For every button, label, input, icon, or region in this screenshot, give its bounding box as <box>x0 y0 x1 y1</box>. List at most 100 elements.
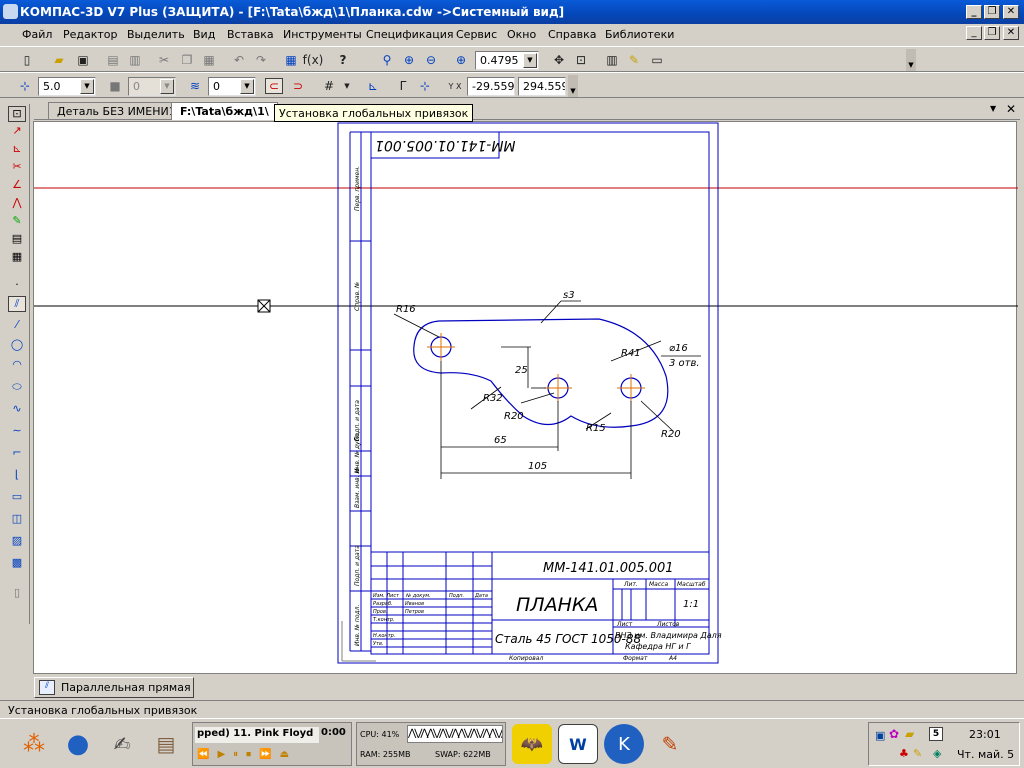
tray-icon-user[interactable]: ♣ <box>899 747 909 760</box>
copy-icon[interactable]: ❐ <box>178 52 196 68</box>
doc-restore-button[interactable]: ❐ <box>984 26 1000 40</box>
layer-state-icon[interactable]: ■ <box>106 78 124 94</box>
chamfer-tool-icon[interactable]: ⌊ <box>8 468 26 484</box>
dimensions-tool-icon[interactable]: ↗ <box>8 124 26 140</box>
zoom-out-icon[interactable]: ⊖ <box>422 52 440 68</box>
help-pointer-icon[interactable]: ? <box>334 52 352 68</box>
tray-icon-network[interactable]: ◈ <box>933 747 941 760</box>
menu-view[interactable]: Вид <box>193 28 215 41</box>
layer-field[interactable]: 0 ▼ <box>208 77 256 96</box>
layers-icon[interactable]: ≋ <box>186 78 204 94</box>
zoom-in-icon[interactable]: ⊕ <box>400 52 418 68</box>
local-snap-icon[interactable]: ⊃ <box>289 78 307 94</box>
close-button[interactable]: ✕ <box>1003 5 1019 19</box>
menu-libraries[interactable]: Библиотеки <box>605 28 674 41</box>
equidistant-tool-icon[interactable]: ▩ <box>8 556 26 572</box>
grid-icon[interactable]: # <box>320 78 338 94</box>
cut-icon[interactable]: ✂ <box>155 52 173 68</box>
command-parallel-line-button[interactable]: ⫽ Параллельная прямая <box>34 677 194 698</box>
menu-help[interactable]: Справка <box>548 28 596 41</box>
polyline-tool-icon[interactable]: ⌐ <box>8 446 26 462</box>
menu-window[interactable]: Окно <box>507 28 536 41</box>
tabs-close-icon[interactable]: ✕ <box>1006 102 1016 116</box>
parametric-tool-icon[interactable]: ⋀ <box>8 196 26 212</box>
redo-icon[interactable]: ↷ <box>252 52 270 68</box>
grid-dropdown-chevron[interactable]: ▼ <box>338 78 356 94</box>
menu-insert[interactable]: Вставка <box>227 28 274 41</box>
rectangle-tool-icon[interactable]: ▭ <box>8 490 26 506</box>
tab-drawing[interactable]: F:\Tata\бжд\1\ <box>171 102 278 120</box>
view-manager-icon[interactable]: ▭ <box>648 52 666 68</box>
zoom-scale-icon[interactable]: ⊕ <box>452 52 470 68</box>
menu-service[interactable]: Сервис <box>456 28 497 41</box>
layer-manager-icon[interactable]: ▥ <box>603 52 621 68</box>
minimize-button[interactable]: _ <box>966 5 982 19</box>
ortho-icon[interactable]: ⊾ <box>364 78 382 94</box>
toolbar-overflow-chevron[interactable]: ▼ <box>906 49 916 71</box>
doc-close-button[interactable]: ✕ <box>1003 26 1019 40</box>
pan-icon[interactable]: ✥ <box>550 52 568 68</box>
start-menu-icon[interactable]: ⁂ <box>14 724 54 764</box>
step-field[interactable]: 5.0 ▼ <box>38 77 96 96</box>
contour-tool-icon[interactable]: ◫ <box>8 512 26 528</box>
restore-button[interactable]: ❐ <box>984 5 1000 19</box>
point-tool-icon[interactable]: · <box>8 278 26 294</box>
tray-icon-folder[interactable]: ▰ <box>905 727 914 741</box>
zoom-field[interactable]: 0.4795 ▼ <box>475 51 539 70</box>
menu-tools[interactable]: Инструменты <box>283 28 362 41</box>
manager-icon[interactable]: ▦ <box>282 52 300 68</box>
edit-tool-icon[interactable]: ✂ <box>8 160 26 176</box>
select-tool-icon[interactable]: ⊡ <box>8 106 26 122</box>
format-tool-icon[interactable]: ▦ <box>8 250 26 266</box>
drawing-canvas[interactable]: R16 s3 ⌀16 3 отв. R41 R32 R20 R15 R20 25… <box>33 121 1018 674</box>
snap-step-icon[interactable]: ⊹ <box>16 78 34 94</box>
global-snap-icon[interactable]: ⊂ <box>265 78 283 94</box>
menu-select[interactable]: Выделить <box>127 28 185 41</box>
ellipse-tool-icon[interactable]: ⬭ <box>8 380 26 396</box>
library-tool-icon[interactable]: ▯ <box>8 586 26 602</box>
round-icon[interactable]: Γ <box>394 78 412 94</box>
chevron-down-icon[interactable]: ▼ <box>80 79 94 94</box>
globe-icon[interactable]: ● <box>58 724 98 764</box>
zoom-icon[interactable]: ⚲ <box>378 52 396 68</box>
writing-icon[interactable]: ✍ <box>102 724 142 764</box>
circle-tool-icon[interactable]: ◯ <box>8 338 26 354</box>
menu-editor[interactable]: Редактор <box>63 28 118 41</box>
properties-icon[interactable]: ✎ <box>625 52 643 68</box>
tray-icon-pencil[interactable]: ✎ <box>913 747 922 760</box>
undo-icon[interactable]: ↶ <box>230 52 248 68</box>
save-icon[interactable]: ▣ <box>74 52 92 68</box>
segment-tool-icon[interactable]: ⁄ <box>8 318 26 334</box>
report-tool-icon[interactable]: ▤ <box>8 232 26 248</box>
new-file-icon[interactable]: ▯ <box>18 52 36 68</box>
coords-icon[interactable]: ⊹ <box>416 78 434 94</box>
layer-state-field[interactable]: 0 ▼ <box>128 77 176 96</box>
menu-spec[interactable]: Спецификация <box>366 28 453 41</box>
spline-tool-icon[interactable]: ∿ <box>8 402 26 418</box>
hatch-tool-icon[interactable]: ▨ <box>8 534 26 550</box>
toolbar-overflow-chevron[interactable]: ▼ <box>568 75 578 97</box>
spec-tool-icon[interactable]: ✎ <box>8 214 26 230</box>
chevron-down-icon[interactable]: ▼ <box>160 79 174 94</box>
word-icon[interactable]: W <box>558 724 598 764</box>
chevron-down-icon[interactable]: ▼ <box>523 53 537 68</box>
print-preview-icon[interactable]: ▥ <box>126 52 144 68</box>
tray-icon-flower[interactable]: ✿ <box>889 727 899 741</box>
geometry-tool-icon[interactable]: ⊾ <box>8 142 26 158</box>
parallel-line-tool-icon[interactable]: ⫽ <box>8 296 26 312</box>
batman-icon[interactable]: 🦇 <box>512 724 552 764</box>
measure-tool-icon[interactable]: ∠ <box>8 178 26 194</box>
open-folder-icon[interactable]: ▰ <box>50 52 68 68</box>
doc-minimize-button[interactable]: _ <box>966 26 982 40</box>
tray-calendar[interactable]: 5 <box>929 727 943 741</box>
show-all-icon[interactable]: ⊡ <box>572 52 590 68</box>
arc-tool-icon[interactable]: ◠ <box>8 358 26 374</box>
tray-icon-save[interactable]: ▣ <box>875 729 885 742</box>
coord-y-field[interactable]: 294.559 <box>518 77 566 96</box>
kompas-icon[interactable]: K <box>604 724 644 764</box>
archive-icon[interactable]: ▤ <box>146 724 186 764</box>
tab-detail[interactable]: Деталь БЕЗ ИМЕНИ1 <box>48 102 185 120</box>
coord-x-field[interactable]: -29.559 <box>467 77 515 96</box>
tabs-menu-icon[interactable]: ▼ <box>990 104 996 113</box>
pencils-icon[interactable]: ✎ <box>650 724 690 764</box>
